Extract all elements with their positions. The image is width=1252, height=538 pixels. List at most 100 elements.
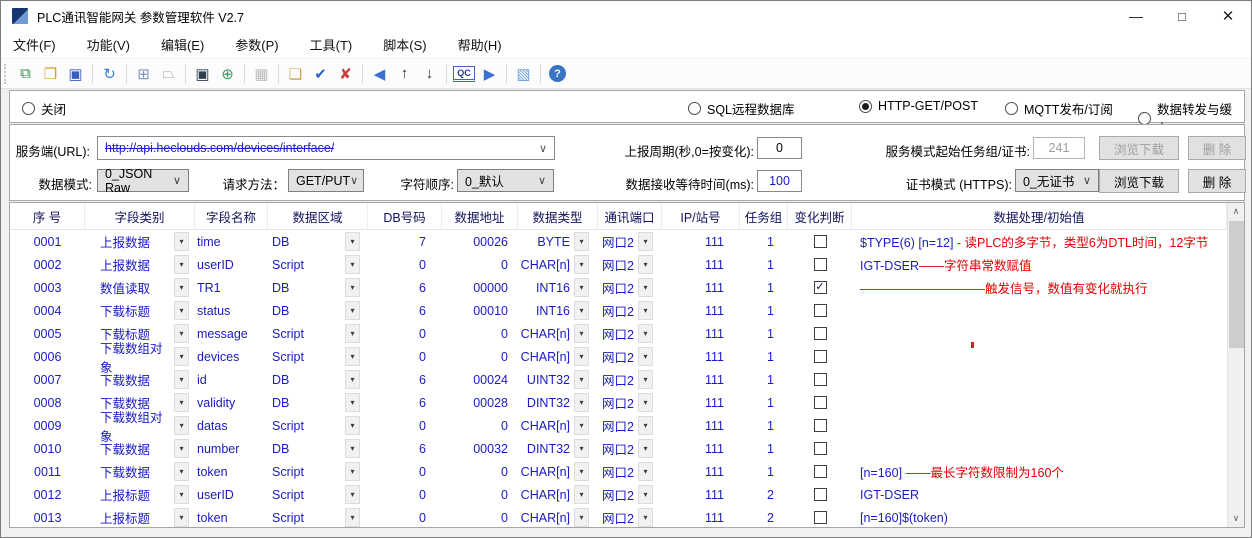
task-group-cell[interactable]: 1 (740, 396, 788, 410)
dropdown-arrow-icon[interactable]: ▾ (345, 462, 360, 481)
dropdown-arrow-icon[interactable]: ▾ (345, 324, 360, 343)
toolbar-grip[interactable] (4, 64, 9, 84)
chevron-down-icon[interactable]: ∨ (1083, 174, 1091, 187)
db-number-cell[interactable]: 6 (368, 396, 442, 410)
db-number-cell[interactable]: 6 (368, 373, 442, 387)
dropdown-arrow-icon[interactable]: ▾ (638, 301, 653, 320)
ip-station-cell[interactable]: 111 (662, 327, 740, 341)
scroll-down-icon[interactable]: ∨ (1228, 510, 1244, 527)
task-group-cell[interactable]: 1 (740, 465, 788, 479)
data-type-cell[interactable]: CHAR[n] ▾ (518, 462, 598, 481)
scrollbar-thumb[interactable] (1229, 221, 1244, 348)
data-process-cell[interactable]: ——————————触发信号，数值有变化就执行 (852, 278, 1227, 297)
dropdown-arrow-icon[interactable]: ▾ (638, 370, 653, 389)
dropdown-arrow-icon[interactable]: ▾ (174, 416, 189, 435)
comm-port-cell[interactable]: 网口2 ▾ (598, 232, 662, 251)
comm-port-cell[interactable]: 网口2 ▾ (598, 301, 662, 320)
data-type-cell[interactable]: CHAR[n] ▾ (518, 255, 598, 274)
dropdown-arrow-icon[interactable]: ▾ (638, 485, 653, 504)
ip-station-cell[interactable]: 111 (662, 350, 740, 364)
dropdown-arrow-icon[interactable]: ▾ (174, 462, 189, 481)
field-name-cell[interactable]: status (195, 304, 268, 318)
task-group-cell[interactable]: 1 (740, 258, 788, 272)
field-category-cell[interactable]: 上报数据 ▾ (85, 232, 195, 251)
dropdown-arrow-icon[interactable]: ▾ (638, 439, 653, 458)
comm-port-cell[interactable]: 网口2 ▾ (598, 508, 662, 527)
grid-icon[interactable]: ▦ (249, 61, 274, 86)
dropdown-arrow-icon[interactable]: ▾ (638, 324, 653, 343)
data-type-cell[interactable]: INT16 ▾ (518, 278, 598, 297)
help-icon[interactable]: ? (549, 65, 566, 82)
task-group-cell[interactable]: 1 (740, 304, 788, 318)
data-region-cell[interactable]: Script ▾ (268, 255, 368, 274)
data-address-cell[interactable]: 00024 (442, 373, 518, 387)
vertical-scrollbar[interactable]: ∧ ∨ (1227, 203, 1244, 527)
maximize-button[interactable]: □ (1159, 1, 1205, 31)
ip-station-cell[interactable]: 111 (662, 465, 740, 479)
mode-radio-close[interactable]: 关闭 (22, 99, 66, 118)
change-detect-checkbox[interactable] (814, 327, 827, 340)
delete-button-cert2[interactable]: 删 除 (1188, 169, 1246, 193)
field-category-cell[interactable]: 下载标题 ▾ (85, 301, 195, 320)
dropdown-arrow-icon[interactable]: ▾ (345, 301, 360, 320)
import-icon[interactable]: ❏ (283, 61, 308, 86)
data-address-cell[interactable]: 00032 (442, 442, 518, 456)
data-address-cell[interactable]: 00010 (442, 304, 518, 318)
ip-station-cell[interactable]: 111 (662, 281, 740, 295)
dropdown-arrow-icon[interactable]: ▾ (345, 278, 360, 297)
dropdown-arrow-icon[interactable]: ▾ (174, 439, 189, 458)
menu-item[interactable]: 功能(V) (76, 31, 141, 58)
cancel-icon[interactable]: ✘ (333, 61, 358, 86)
data-address-cell[interactable]: 0 (442, 511, 518, 525)
dropdown-arrow-icon[interactable]: ▾ (574, 439, 589, 458)
change-detect-checkbox[interactable] (814, 304, 827, 317)
field-category-cell[interactable]: 上报数据 ▾ (85, 255, 195, 274)
task-group-cell[interactable]: 2 (740, 488, 788, 502)
dropdown-arrow-icon[interactable]: ▾ (345, 416, 360, 435)
data-region-cell[interactable]: DB ▾ (268, 301, 368, 320)
radio-circle-icon[interactable] (688, 102, 701, 115)
db-number-cell[interactable]: 0 (368, 419, 442, 433)
field-name-cell[interactable]: time (195, 235, 268, 249)
comm-port-cell[interactable]: 网口2 ▾ (598, 393, 662, 412)
ip-station-cell[interactable]: 111 (662, 488, 740, 502)
receive-wait-input[interactable]: 100 (757, 170, 802, 192)
task-group-cell[interactable]: 1 (740, 442, 788, 456)
menu-item[interactable]: 编辑(E) (150, 31, 215, 58)
data-address-cell[interactable]: 00000 (442, 281, 518, 295)
db-number-cell[interactable]: 7 (368, 235, 442, 249)
down-icon[interactable]: ↓ (417, 61, 442, 86)
ip-station-cell[interactable]: 111 (662, 442, 740, 456)
dropdown-arrow-icon[interactable]: ▾ (174, 278, 189, 297)
data-region-cell[interactable]: DB ▾ (268, 278, 368, 297)
menu-item[interactable]: 参数(P) (224, 31, 289, 58)
field-category-cell[interactable]: 上报标题 ▾ (85, 485, 195, 504)
up-icon[interactable]: ↑ (392, 61, 417, 86)
data-region-cell[interactable]: Script ▾ (268, 416, 368, 435)
mode-radio-3[interactable]: MQTT发布/订阅 (1005, 99, 1113, 118)
dropdown-arrow-icon[interactable]: ▾ (574, 347, 589, 366)
data-address-cell[interactable]: 0 (442, 419, 518, 433)
radio-circle-icon[interactable] (1005, 102, 1018, 115)
field-name-cell[interactable]: devices (195, 350, 268, 364)
db-number-cell[interactable]: 6 (368, 304, 442, 318)
dropdown-arrow-icon[interactable]: ▾ (174, 485, 189, 504)
dropdown-arrow-icon[interactable]: ▾ (574, 508, 589, 527)
data-region-cell[interactable]: DB ▾ (268, 232, 368, 251)
qc-icon[interactable]: QC (453, 66, 475, 82)
dropdown-arrow-icon[interactable]: ▾ (638, 278, 653, 297)
mode-radio-1[interactable]: SQL远程数据库 (688, 99, 795, 118)
url-combo[interactable]: http://api.heclouds.com/devices/interfac… (97, 136, 555, 160)
web-icon[interactable]: ⊕ (215, 61, 240, 86)
data-type-cell[interactable]: INT16 ▾ (518, 301, 598, 320)
data-type-cell[interactable]: CHAR[n] ▾ (518, 416, 598, 435)
dropdown-arrow-icon[interactable]: ▾ (174, 301, 189, 320)
db-number-cell[interactable]: 0 (368, 327, 442, 341)
dropdown-arrow-icon[interactable]: ▾ (574, 278, 589, 297)
dropdown-arrow-icon[interactable]: ▾ (345, 232, 360, 251)
save-icon[interactable]: ▣ (63, 61, 88, 86)
ip-station-cell[interactable]: 111 (662, 396, 740, 410)
data-process-cell[interactable]: IGT-DSER (852, 488, 1227, 502)
dropdown-arrow-icon[interactable]: ▾ (174, 370, 189, 389)
ip-station-cell[interactable]: 111 (662, 235, 740, 249)
